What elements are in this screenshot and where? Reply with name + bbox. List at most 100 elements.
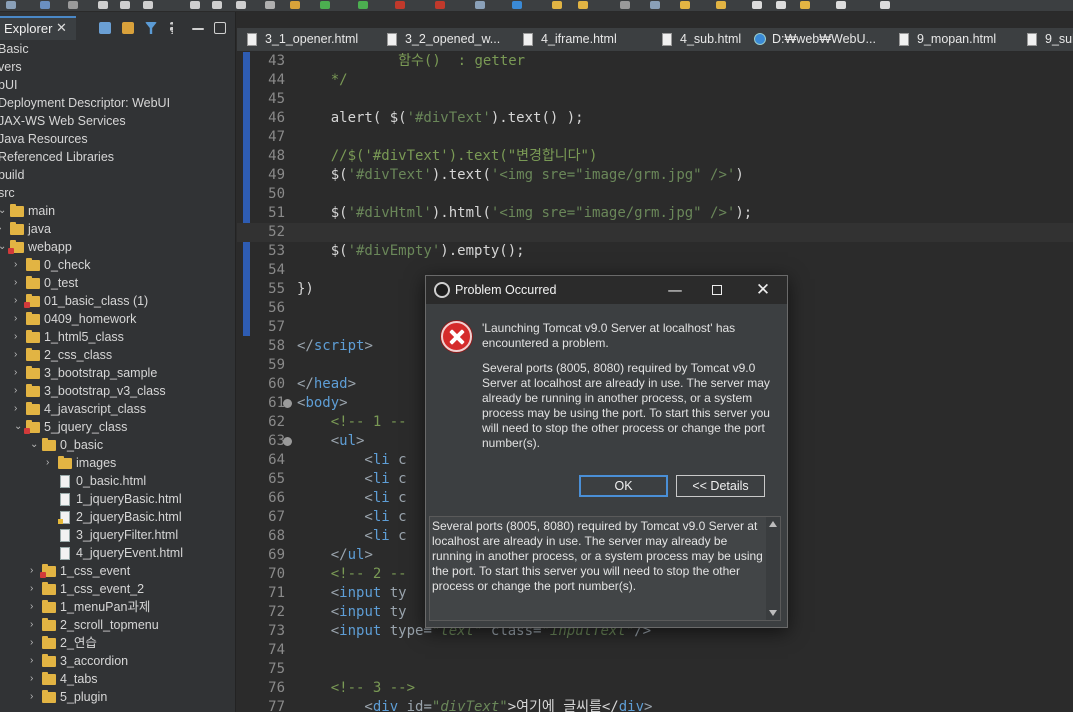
next-annotation-icon[interactable] bbox=[716, 1, 726, 9]
step-return-icon[interactable] bbox=[236, 1, 246, 9]
chevron-right-icon[interactable]: › bbox=[46, 454, 56, 472]
suspend-icon[interactable] bbox=[120, 1, 130, 9]
chevron-right-icon[interactable]: › bbox=[14, 328, 24, 346]
code-line[interactable]: 52 bbox=[237, 223, 1073, 242]
scroll-up-icon[interactable] bbox=[769, 521, 777, 527]
globe-icon[interactable] bbox=[512, 1, 522, 9]
fold-icon[interactable] bbox=[283, 399, 292, 408]
tree-item[interactable]: ⌄ webapp bbox=[0, 238, 235, 256]
chevron-right-icon[interactable]: › bbox=[14, 400, 24, 418]
collapse-all-icon[interactable] bbox=[99, 22, 111, 34]
chevron-right-icon[interactable]: › bbox=[14, 382, 24, 400]
chevron-right-icon[interactable]: › bbox=[14, 256, 24, 274]
tree-item[interactable]: › 3_bootstrap_v3_class bbox=[0, 382, 235, 400]
link-editor-icon[interactable] bbox=[122, 22, 134, 34]
step-over-icon[interactable] bbox=[212, 1, 222, 9]
new-icon[interactable] bbox=[6, 1, 16, 9]
chevron-right-icon[interactable]: › bbox=[14, 364, 24, 382]
code-line[interactable]: 75 bbox=[237, 660, 1073, 679]
code-line[interactable]: 43 함수() : getter bbox=[237, 52, 1073, 71]
tree-item[interactable]: Basic bbox=[0, 40, 235, 58]
tree-item[interactable]: Java Resources bbox=[0, 130, 235, 148]
note-icon[interactable] bbox=[880, 1, 890, 9]
code-line[interactable]: 48 //$('#divText').text("변경합니다") bbox=[237, 147, 1073, 166]
chevron-right-icon[interactable]: › bbox=[14, 346, 24, 364]
ok-button[interactable]: OK bbox=[579, 475, 668, 497]
tree-item[interactable]: Referenced Libraries bbox=[0, 148, 235, 166]
tree-item[interactable]: › images bbox=[0, 454, 235, 472]
scroll-down-icon[interactable] bbox=[769, 610, 777, 616]
chevron-right-icon[interactable]: › bbox=[14, 310, 24, 328]
view-menu-icon[interactable] bbox=[170, 22, 174, 34]
chevron-right-icon[interactable]: › bbox=[30, 598, 40, 616]
code-line[interactable]: 49 $('#divText').text('<img sre="image/g… bbox=[237, 166, 1073, 185]
tree-item[interactable]: › 1_html5_class bbox=[0, 328, 235, 346]
code-line[interactable]: 74 bbox=[237, 641, 1073, 660]
tree-item[interactable]: › 0409_homework bbox=[0, 310, 235, 328]
close-icon[interactable]: ✕ bbox=[56, 21, 67, 36]
chevron-down-icon[interactable]: ⌄ bbox=[30, 436, 40, 454]
code-line[interactable]: 50 bbox=[237, 185, 1073, 204]
fold-icon[interactable] bbox=[283, 437, 292, 446]
details-scrollbar[interactable] bbox=[766, 517, 780, 620]
tree-item[interactable]: ⌄ main bbox=[0, 202, 235, 220]
tree-item[interactable]: › 3_accordion bbox=[0, 652, 235, 670]
terminate-icon[interactable] bbox=[143, 1, 153, 9]
code-line[interactable]: 44 */ bbox=[237, 71, 1073, 90]
code-line[interactable]: 45 bbox=[237, 90, 1073, 109]
maximize-button[interactable] bbox=[706, 280, 730, 300]
minimize-button[interactable]: — bbox=[663, 280, 687, 300]
tree-item[interactable]: 4_jqueryEvent.html bbox=[0, 544, 235, 562]
code-line[interactable]: 47 bbox=[237, 128, 1073, 147]
last-edit-icon[interactable] bbox=[800, 1, 810, 9]
tree-item[interactable]: › 2_css_class bbox=[0, 346, 235, 364]
tree-item[interactable]: › 4_tabs bbox=[0, 670, 235, 688]
tree-item[interactable]: 0_basic.html bbox=[0, 472, 235, 490]
code-line[interactable]: 46 alert( $('#divText').text() ); bbox=[237, 109, 1073, 128]
chevron-down-icon[interactable]: ⌄ bbox=[0, 238, 8, 256]
tree-item[interactable]: › 5_plugin bbox=[0, 688, 235, 706]
code-line[interactable]: 53 $('#divEmpty').empty(); bbox=[237, 242, 1073, 261]
tree-item[interactable]: › 0_test bbox=[0, 274, 235, 292]
tree-item[interactable]: Deployment Descriptor: WebUI bbox=[0, 94, 235, 112]
close-button[interactable]: ✕ bbox=[751, 280, 775, 300]
code-line[interactable]: 51 $('#divHtml').html('<img sre="image/g… bbox=[237, 204, 1073, 223]
chevron-down-icon[interactable]: ⌄ bbox=[14, 418, 24, 436]
tree-item[interactable]: 3_jqueryFilter.html bbox=[0, 526, 235, 544]
chevron-down-icon[interactable]: ⌄ bbox=[0, 202, 8, 220]
tab-explorer[interactable]: Explorer ✕ bbox=[0, 16, 76, 40]
tree-item[interactable]: bUI bbox=[0, 76, 235, 94]
details-textbox[interactable]: Several ports (8005, 8080) required by T… bbox=[429, 516, 781, 621]
tree-item[interactable]: JAX-WS Web Services bbox=[0, 112, 235, 130]
chevron-right-icon[interactable]: › bbox=[30, 580, 40, 598]
chevron-right-icon[interactable]: › bbox=[0, 220, 8, 238]
annotation-icon[interactable] bbox=[650, 1, 660, 9]
dialog-title-bar[interactable]: Problem Occurred — ✕ bbox=[426, 276, 787, 304]
tree-item[interactable]: ⌄ 5_jquery_class bbox=[0, 418, 235, 436]
search-icon[interactable] bbox=[68, 1, 78, 9]
tree-item[interactable]: › 4_javascript_class bbox=[0, 400, 235, 418]
details-button[interactable]: << Details bbox=[676, 475, 765, 497]
back-icon[interactable] bbox=[752, 1, 762, 9]
tree-item[interactable]: › 2_연습 bbox=[0, 634, 235, 652]
chevron-right-icon[interactable]: › bbox=[14, 274, 24, 292]
tree-item[interactable]: vers bbox=[0, 58, 235, 76]
chevron-right-icon[interactable]: › bbox=[30, 634, 40, 652]
tree-item[interactable]: › java bbox=[0, 220, 235, 238]
external-tools-icon[interactable] bbox=[395, 1, 405, 9]
tree-item[interactable]: src bbox=[0, 184, 235, 202]
tree-item[interactable]: ⌄ 0_basic bbox=[0, 436, 235, 454]
settings-icon[interactable] bbox=[620, 1, 630, 9]
forward-icon[interactable] bbox=[776, 1, 786, 9]
tree-item[interactable]: › 2_scroll_topmenu bbox=[0, 616, 235, 634]
server-icon[interactable] bbox=[435, 1, 445, 9]
package-icon[interactable] bbox=[475, 1, 485, 9]
tree-item[interactable]: › 0_check bbox=[0, 256, 235, 274]
filter-icon[interactable] bbox=[145, 22, 157, 34]
pin-icon[interactable] bbox=[680, 1, 690, 9]
code-line[interactable]: 76 <!-- 3 --> bbox=[237, 679, 1073, 698]
maximize-icon[interactable] bbox=[214, 22, 226, 34]
open-folder-icon[interactable] bbox=[552, 1, 562, 9]
chevron-right-icon[interactable]: › bbox=[14, 292, 24, 310]
tool-icon[interactable] bbox=[265, 1, 275, 9]
